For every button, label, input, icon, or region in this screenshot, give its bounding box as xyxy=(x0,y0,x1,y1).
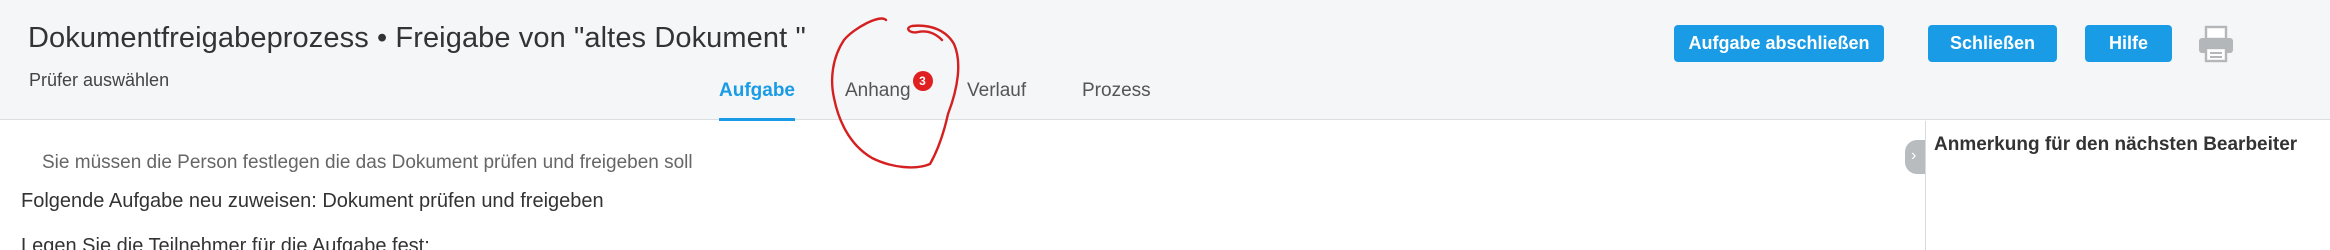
note-panel-title: Anmerkung für den nächsten Bearbeiter xyxy=(1934,134,2298,155)
complete-task-button[interactable]: Aufgabe abschließen xyxy=(1674,25,1884,62)
tab-verlauf-label: Verlauf xyxy=(967,80,1027,101)
tab-prozess[interactable]: Prozess xyxy=(1082,80,1151,120)
close-button[interactable]: Schließen xyxy=(1928,25,2057,62)
page-subtitle: Prüfer auswählen xyxy=(29,70,170,90)
tab-aufgabe-label: Aufgabe xyxy=(719,80,795,101)
tab-verlauf[interactable]: Verlauf xyxy=(967,80,1026,120)
printer-icon[interactable] xyxy=(2196,24,2236,64)
next-editor-note-panel: Anmerkung für den nächsten Bearbeiter xyxy=(1925,121,2330,250)
page-title: Dokumentfreigabeprozess • Freigabe von "… xyxy=(28,22,806,54)
reassign-task-text: Folgende Aufgabe neu zuweisen: Dokument … xyxy=(21,190,604,212)
participants-text: Legen Sie die Teilnehmer für die Aufgabe… xyxy=(21,235,430,250)
tab-anhang[interactable]: Anhang 3 xyxy=(845,71,933,120)
attachment-count-badge: 3 xyxy=(912,71,933,91)
tab-prozess-label: Prozess xyxy=(1082,80,1151,101)
panel-collapse-handle[interactable]: › xyxy=(1905,140,1925,174)
tab-aufgabe[interactable]: Aufgabe xyxy=(719,80,795,121)
chevron-right-icon: › xyxy=(1911,147,1917,164)
tab-anhang-label: Anhang xyxy=(845,80,911,101)
active-tab-indicator xyxy=(719,118,795,121)
task-header: Dokumentfreigabeprozess • Freigabe von "… xyxy=(0,0,2330,121)
help-button[interactable]: Hilfe xyxy=(2085,25,2172,62)
instruction-hint: Sie müssen die Person festlegen die das … xyxy=(42,152,693,173)
task-page: Dokumentfreigabeprozess • Freigabe von "… xyxy=(0,0,2330,250)
